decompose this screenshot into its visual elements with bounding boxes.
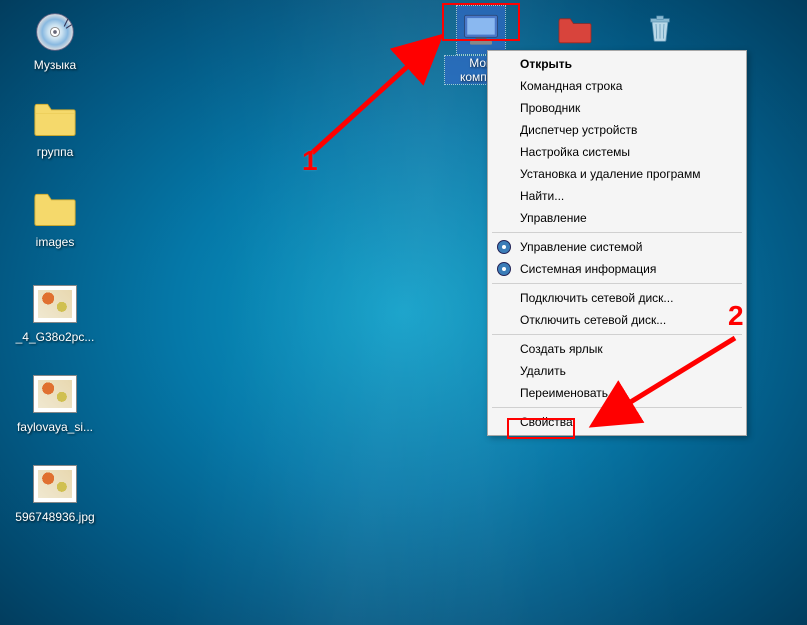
menu-item-addremove[interactable]: Установка и удаление программ	[490, 163, 744, 185]
menu-item-sysconfig[interactable]: Настройка системы	[490, 141, 744, 163]
menu-item-rename[interactable]: Переименовать	[490, 382, 744, 404]
disc-icon	[496, 261, 512, 277]
image-file-icon	[31, 370, 79, 418]
annotation-arrow-1	[300, 25, 460, 165]
image-file-icon	[31, 280, 79, 328]
desktop-icon-file3[interactable]: 596748936.jpg	[15, 460, 95, 524]
icon-label: Музыка	[34, 58, 76, 72]
menu-item-sysinfo[interactable]: Системная информация	[490, 258, 744, 280]
menu-item-properties[interactable]: Свойства	[490, 411, 744, 433]
menu-item-shortcut[interactable]: Создать ярлык	[490, 338, 744, 360]
image-file-icon	[31, 460, 79, 508]
disc-icon	[496, 239, 512, 255]
menu-item-delete[interactable]: Удалить	[490, 360, 744, 382]
desktop-icon-gruppa[interactable]: группа	[15, 95, 95, 159]
menu-item-open[interactable]: Открыть	[490, 53, 744, 75]
menu-separator	[492, 232, 742, 233]
menu-item-unmapdrive[interactable]: Отключить сетевой диск...	[490, 309, 744, 331]
cd-icon	[31, 8, 79, 56]
folder-icon	[31, 95, 79, 143]
menu-item-explorer[interactable]: Проводник	[490, 97, 744, 119]
context-menu: Открыть Командная строка Проводник Диспе…	[487, 50, 747, 436]
menu-item-mapdrive[interactable]: Подключить сетевой диск...	[490, 287, 744, 309]
icon-label: 596748936.jpg	[15, 510, 94, 524]
menu-item-find[interactable]: Найти...	[490, 185, 744, 207]
menu-item-manage[interactable]: Управление	[490, 207, 744, 229]
desktop-icon-music[interactable]: Музыка	[15, 8, 95, 72]
red-folder-icon	[551, 6, 599, 54]
menu-item-cmd[interactable]: Командная строка	[490, 75, 744, 97]
recycle-bin-icon	[636, 4, 684, 52]
menu-item-devmgr[interactable]: Диспетчер устройств	[490, 119, 744, 141]
menu-separator	[492, 407, 742, 408]
desktop-icon-recycle[interactable]	[630, 4, 690, 52]
computer-icon	[457, 6, 505, 54]
icon-label: _4_G38o2pc...	[16, 330, 95, 344]
folder-icon	[31, 185, 79, 233]
icon-label: images	[36, 235, 75, 249]
menu-separator	[492, 283, 742, 284]
desktop-icon-images[interactable]: images	[15, 185, 95, 249]
annotation-label-1: 1	[302, 145, 318, 177]
menu-separator	[492, 334, 742, 335]
icon-label: группа	[37, 145, 74, 159]
desktop-icon-redfolder[interactable]	[545, 6, 605, 54]
menu-item-sysmanage[interactable]: Управление системой	[490, 236, 744, 258]
desktop-icon-file2[interactable]: faylovaya_si...	[15, 370, 95, 434]
desktop-icon-file1[interactable]: _4_G38o2pc...	[15, 280, 95, 344]
icon-label: faylovaya_si...	[17, 420, 93, 434]
